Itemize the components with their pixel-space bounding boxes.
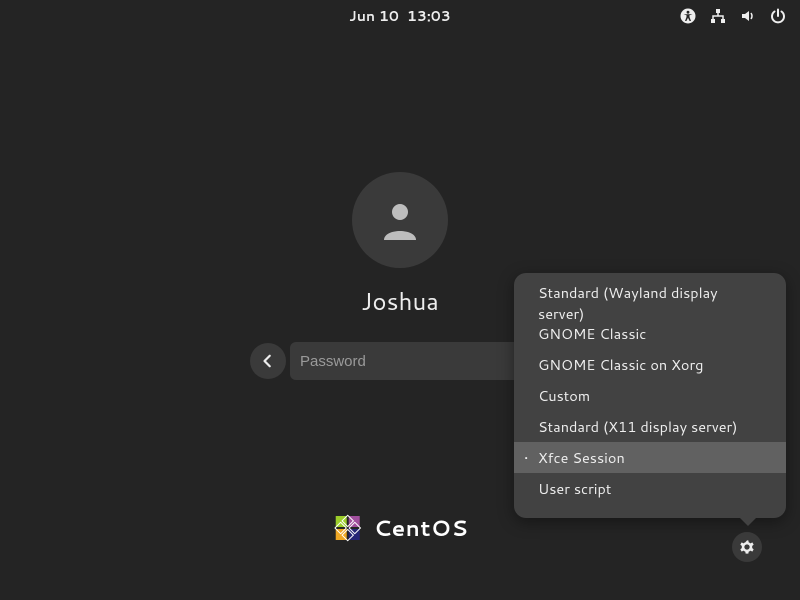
centos-logo-icon	[332, 512, 364, 544]
session-menu-item[interactable]: Standard (X11 display server)	[514, 411, 786, 442]
user-icon	[376, 196, 424, 244]
network-icon[interactable]	[710, 8, 726, 24]
brand: CentOS	[332, 512, 469, 544]
topbar-status-icons	[680, 0, 786, 32]
topbar: Jun 10 13:03	[0, 0, 800, 32]
password-row	[250, 342, 550, 380]
volume-icon[interactable]	[740, 8, 756, 24]
username-label: Joshua	[361, 284, 439, 318]
password-input[interactable]	[300, 353, 520, 370]
chevron-left-icon	[261, 354, 275, 368]
brand-name: CentOS	[374, 513, 469, 544]
session-menu-item[interactable]: Standard (Wayland display server)	[514, 287, 786, 318]
back-button[interactable]	[250, 343, 286, 379]
session-menu-item[interactable]: Custom	[514, 380, 786, 411]
session-menu-item[interactable]: User script	[514, 473, 786, 504]
gear-icon	[739, 539, 755, 555]
topbar-datetime[interactable]: Jun 10 13:03	[349, 6, 451, 26]
power-icon[interactable]	[770, 8, 786, 24]
topbar-date: Jun 10	[349, 6, 399, 26]
session-menu-item[interactable]: GNOME Classic on Xorg	[514, 349, 786, 380]
session-settings-button[interactable]	[732, 532, 762, 562]
session-menu-item[interactable]: Xfce Session	[514, 442, 786, 473]
password-field-container	[290, 342, 550, 380]
topbar-time: 13:03	[407, 6, 451, 26]
session-menu-item[interactable]: GNOME Classic	[514, 318, 786, 349]
login-panel: Joshua	[250, 172, 550, 380]
user-avatar	[352, 172, 448, 268]
session-menu: Standard (Wayland display server)GNOME C…	[514, 273, 786, 518]
accessibility-icon[interactable]	[680, 8, 696, 24]
